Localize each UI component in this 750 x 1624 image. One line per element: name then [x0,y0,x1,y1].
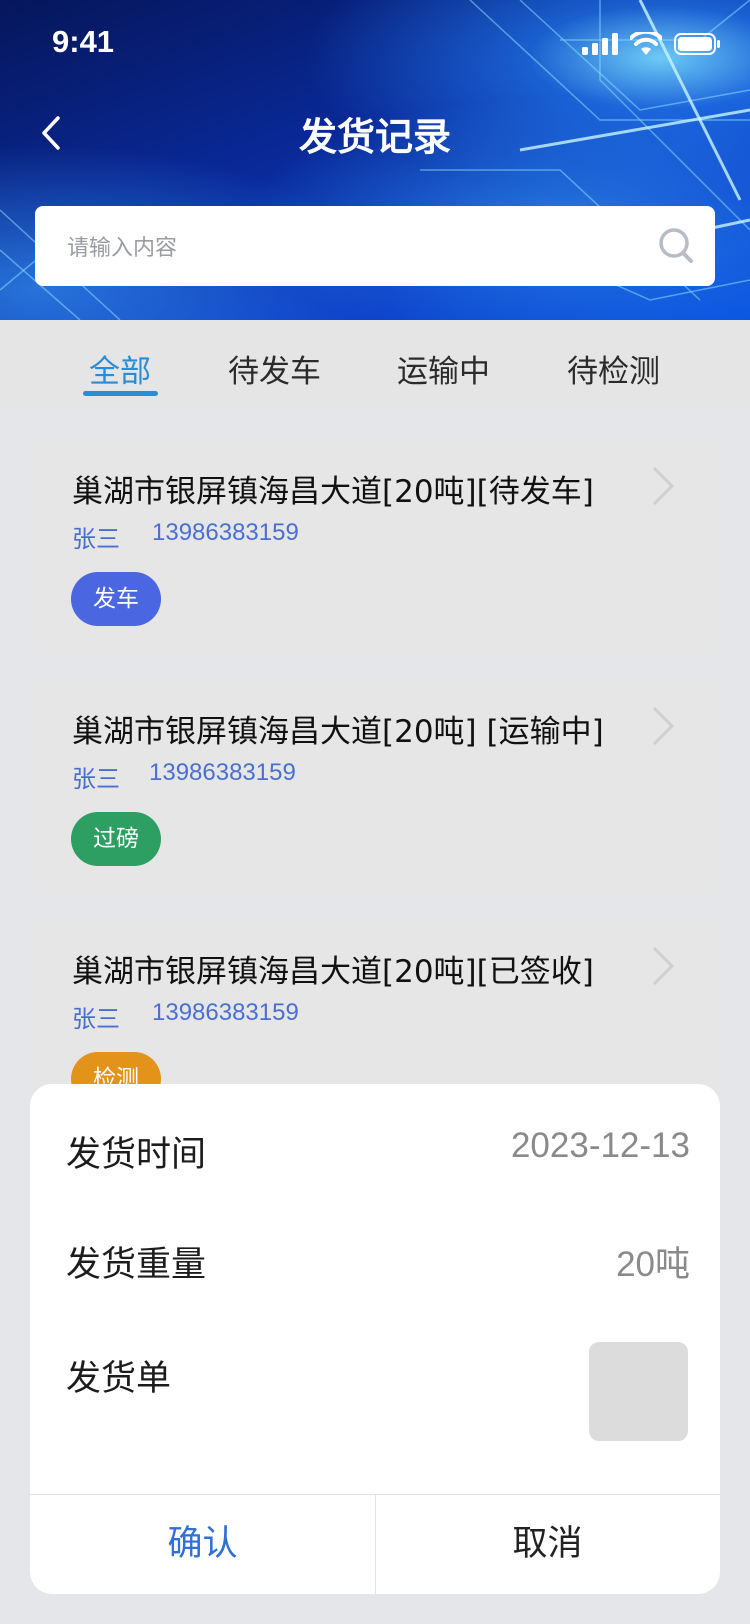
chevron-right-icon [652,946,675,986]
tab-in-transit[interactable]: 运输中 [397,346,490,391]
status-icons [582,32,720,56]
cancel-button[interactable]: 取消 [375,1494,720,1594]
chevron-right-icon [652,466,675,506]
record-title: 巢湖市银屏镇海昌大道[20吨][已签收] [72,954,594,990]
tab-pending-departure[interactable]: 待发车 [228,346,321,391]
wifi-icon [630,32,662,55]
record-title: 巢湖市银屏镇海昌大道[20吨] [运输中] [72,714,604,750]
contact-name: 张三 [72,1005,120,1033]
record-title: 巢湖市银屏镇海昌大道[20吨][待发车] [72,474,594,510]
page-title: 发货记录 [298,115,451,159]
status-time: 9:41 [52,24,115,59]
contact-name: 张三 [72,765,120,793]
filter-tabs: 全部 待发车 运输中 待检测 [0,320,750,408]
ship-time-label: 发货时间 [66,1135,207,1175]
search-bar[interactable]: 请输入内容 [35,206,715,286]
shipment-detail-sheet: 发货时间 2023-12-13 发货重量 20吨 发货单 确认 取消 [30,1084,720,1594]
signal-icon [582,33,618,55]
header-banner: 9:41 发货记录 请输入内容 [0,0,750,320]
weigh-button[interactable]: 过磅 [71,812,161,866]
depart-button[interactable]: 发车 [71,572,161,626]
ship-weight-value: 20吨 [616,1245,690,1284]
ship-weight-label: 发货重量 [66,1245,207,1285]
ship-time-value: 2023-12-13 [510,1126,690,1165]
record-card[interactable]: 巢湖市银屏镇海昌大道[20吨] [运输中] 张三 13986383159 过磅 [30,676,720,896]
contact-phone: 13986383159 [152,519,299,546]
chevron-right-icon [652,706,675,746]
contact-phone: 13986383159 [152,999,299,1026]
contact-name: 张三 [72,525,120,553]
record-card[interactable]: 巢湖市银屏镇海昌大道[20吨][待发车] 张三 13986383159 发车 [30,436,720,656]
search-icon[interactable] [657,226,697,266]
contact-phone: 13986383159 [149,759,296,786]
search-input[interactable]: 请输入内容 [67,230,177,262]
active-tab-indicator [83,391,158,396]
tab-pending-inspection[interactable]: 待检测 [567,346,660,391]
ship-document-label: 发货单 [66,1359,172,1399]
battery-icon [674,33,720,55]
confirm-button[interactable]: 确认 [30,1494,375,1594]
tab-all[interactable]: 全部 [89,346,151,391]
document-thumbnail[interactable] [589,1342,688,1441]
